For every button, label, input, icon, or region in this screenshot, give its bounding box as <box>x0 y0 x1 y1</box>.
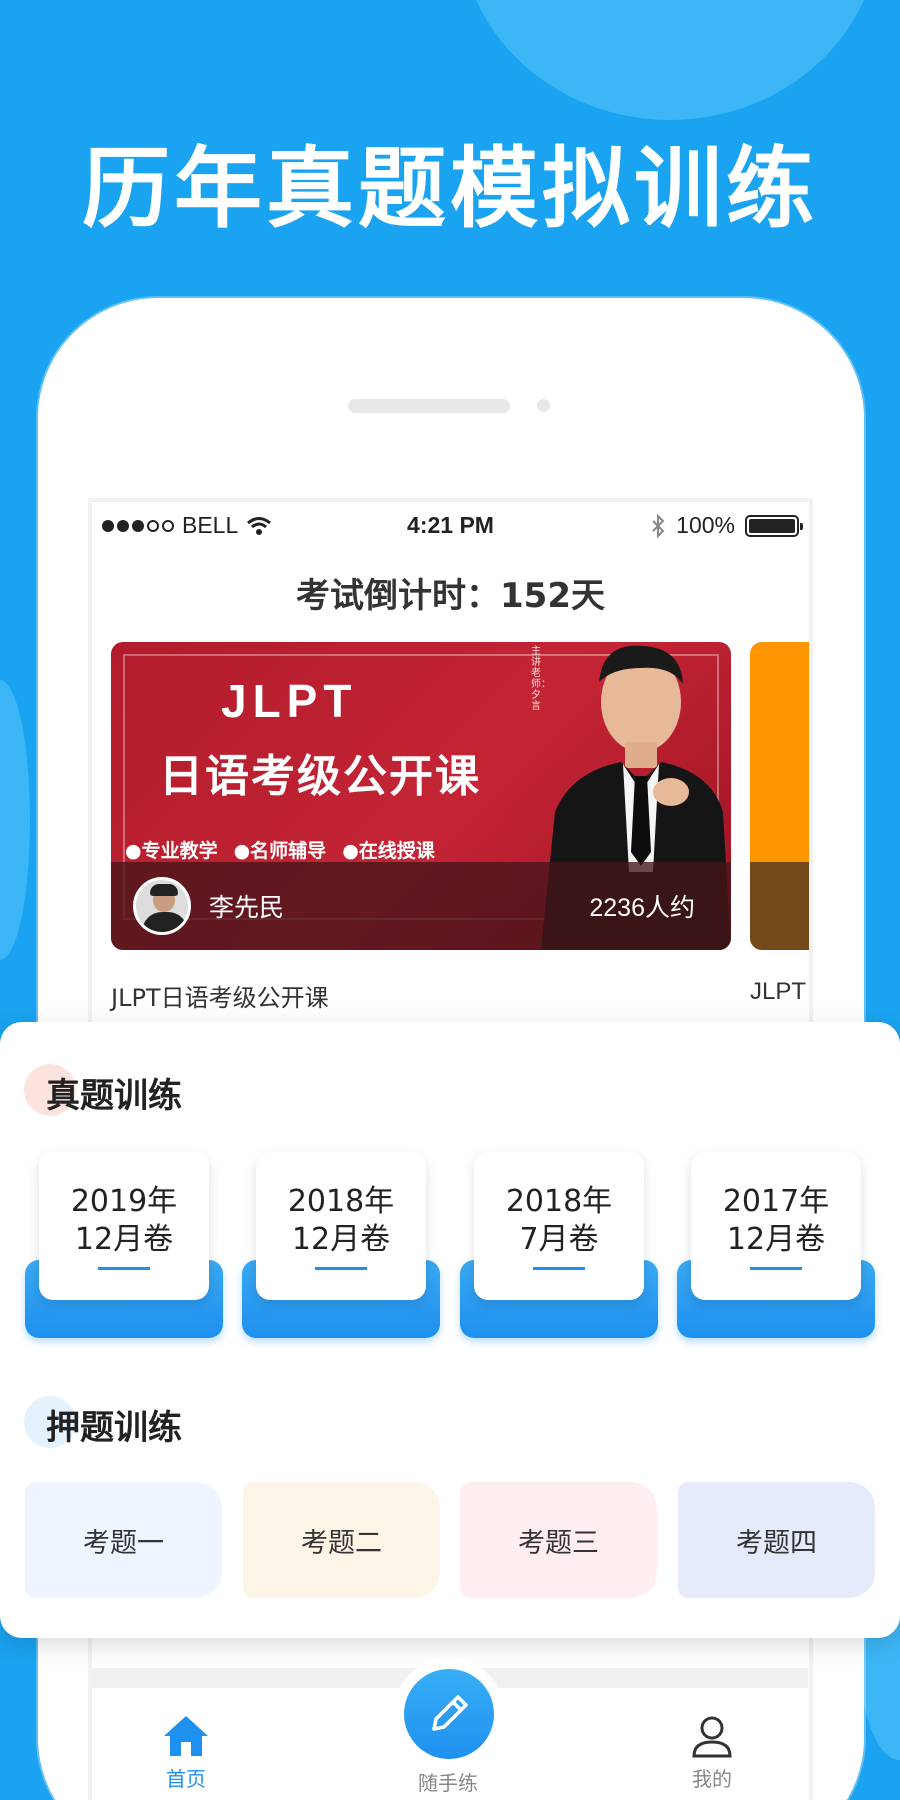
phone-camera <box>537 399 550 412</box>
predict-section-title: 押题训练 <box>46 1408 182 1448</box>
phone-speaker <box>348 399 510 413</box>
tab-mine-label: 我的 <box>692 1767 732 1791</box>
background-circle <box>460 0 880 120</box>
real-exam-section-title: 真题训练 <box>46 1076 182 1116</box>
user-icon <box>692 1716 732 1758</box>
paper-month: 7月卷 <box>519 1221 599 1257</box>
banner-tag: ●名师辅导 <box>233 840 327 862</box>
paper-card[interactable]: 2019年 12月卷 <box>25 1152 223 1342</box>
paper-month: 12月卷 <box>726 1221 826 1257</box>
home-icon <box>164 1716 208 1756</box>
topic-button[interactable]: 考题三 <box>460 1482 657 1598</box>
paper-card[interactable]: 2018年 12月卷 <box>242 1152 440 1342</box>
paper-month: 12月卷 <box>291 1221 391 1257</box>
practice-fab-button[interactable] <box>404 1669 494 1759</box>
paper-card[interactable]: 2017年 12月卷 <box>677 1152 875 1342</box>
banner-info-bar <box>750 862 809 950</box>
paper-month: 12月卷 <box>74 1221 174 1257</box>
tab-mine[interactable]: 我的 <box>662 1714 762 1792</box>
exam-countdown: 考试倒计时：152天 <box>296 576 605 616</box>
topic-button[interactable]: 考题四 <box>678 1482 875 1598</box>
next-course-banner[interactable] <box>750 642 809 950</box>
page-headline: 历年真题模拟训练 <box>81 137 818 240</box>
tab-practice-label: 随手练 <box>418 1771 478 1795</box>
course-title[interactable]: JLPT日语考级公开课 <box>111 978 329 1013</box>
course-banner[interactable]: JLPT 日语考级公开课 ●专业教学 ●名师辅导 ●在线授课 主讲老师：夕言 李… <box>111 642 731 950</box>
background-circle <box>0 680 30 960</box>
teacher-name: 李先民 <box>209 893 285 922</box>
banner-subtitle: 日语考级公开课 <box>159 751 481 802</box>
topic-button[interactable]: 考题二 <box>243 1482 440 1598</box>
reservation-count: 2236人约 <box>589 894 695 922</box>
battery-icon <box>745 514 803 537</box>
paper-year: 2017年 <box>722 1183 830 1219</box>
topic-button[interactable]: 考题一 <box>25 1482 222 1598</box>
paper-year: 2019年 <box>70 1183 178 1219</box>
paper-year: 2018年 <box>287 1183 395 1219</box>
tab-home[interactable]: 首页 <box>136 1714 236 1792</box>
banner-tags: ●专业教学 ●名师辅导 ●在线授课 <box>125 836 435 863</box>
banner-tag: ●在线授课 <box>342 840 435 862</box>
next-course-title[interactable]: JLPT <box>750 978 806 1006</box>
paper-year: 2018年 <box>505 1183 613 1219</box>
banner-info-bar: 李先民 2236人约 <box>111 862 731 950</box>
tab-home-label: 首页 <box>166 1767 206 1791</box>
bluetooth-icon <box>652 513 665 538</box>
battery-percent: 100% <box>676 512 735 538</box>
paper-card[interactable]: 2018年 7月卷 <box>460 1152 658 1342</box>
banner-title: JLPT <box>221 675 358 727</box>
training-card: 真题训练 2019年 12月卷 2018年 12月卷 2018年 7月卷 201… <box>0 1022 900 1638</box>
pencil-icon <box>432 1695 468 1731</box>
status-bar: BELL 4:21 PM 100% <box>92 502 809 550</box>
banner-tag: ●专业教学 <box>125 840 218 862</box>
teacher-avatar <box>133 877 191 935</box>
status-right: 100% <box>650 512 803 539</box>
